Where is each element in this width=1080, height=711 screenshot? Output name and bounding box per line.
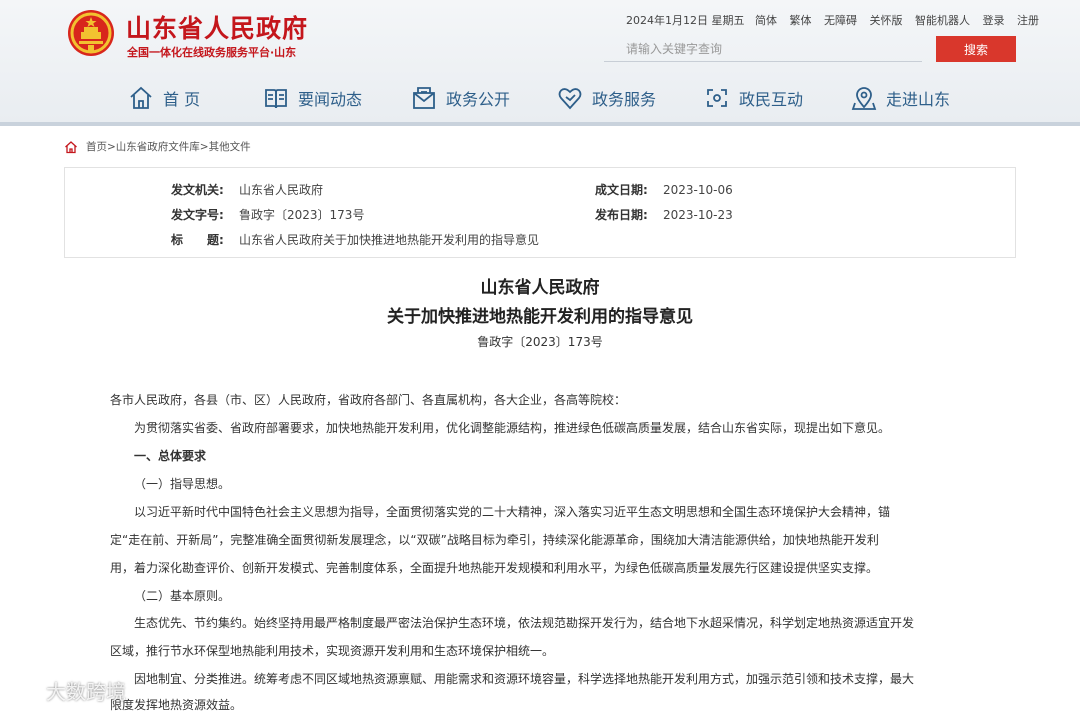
meta-published-label: 发布日期: [595,208,648,222]
breadcrumb-path[interactable]: 首页>山东省政府文件库>其他文件 [86,139,251,154]
paragraph-1-line-3: 用，着力深化勘查评价、创新开发模式、完善制度体系，全面提升地热能开发规模和利用水… [110,561,879,575]
nav-services[interactable]: 政务服务 [557,82,656,114]
paragraph-2-line-2: 区域，推行节水环保型地热能利用技术，实现资源开发利用和生态环境保护相统一。 [110,644,555,658]
nav-shandong-label: 走进山东 [886,90,951,109]
meta-subject-label: 标 题: [171,233,224,247]
meta-subject-value: 山东省人民政府关于加快推进地热能开发利用的指导意见 [239,233,540,247]
home-icon [130,86,152,109]
location-icon [851,87,877,110]
subsection-heading-2: （二）基本原则。 [134,589,231,603]
link-elderly-mode[interactable]: 关怀版 [870,14,903,27]
link-simplified[interactable]: 简体 [755,14,777,27]
paragraph-3-line-1: 因地制宜、分类推进。统筹考虑不同区域地热资源禀赋、用能需求和资源环境容量，科学选… [134,672,915,686]
link-register[interactable]: 注册 [1017,14,1039,27]
link-robot[interactable]: 智能机器人 [915,14,970,27]
paragraph-1-line-2: 定“走在前、开新局”，完整准确全面贯彻新发展理念，以“双碳”战略目标为牵引，持续… [110,533,879,547]
watermark-text: 大数跨境 [46,680,126,704]
meta-issuer-label: 发文机关: [171,183,224,197]
nav-interaction[interactable]: 政民互动 [704,82,803,114]
meta-published: 发布日期: 2023-10-23 [595,206,733,223]
nav-interaction-label: 政民互动 [739,90,804,109]
document-number: 鲁政字〔2023〕173号 [477,335,603,349]
search-button[interactable]: 搜索 [936,36,1016,62]
subsection-heading-1: （一）指导思想。 [134,477,231,491]
breadcrumb: 首页>山东省政府文件库>其他文件 [64,139,251,154]
nav-shandong[interactable]: 走进山东 [851,82,950,114]
watermark-logo-icon [10,680,43,699]
search-input[interactable] [626,40,916,58]
national-emblem-icon [68,10,114,56]
mail-icon [413,87,435,109]
paragraph-3-line-2: 限度发挥地热资源效益。 [110,698,243,711]
paragraph-2-line-1: 生态优先、节约集约。始终坚持用最严格制度最严密法治保护生态环境，依法规范勘探开发… [134,616,915,630]
site-subtitle: 全国一体化在线政务服务平台·山东 [127,46,297,59]
site-title[interactable]: 山东省人民政府 [126,9,308,45]
document-title-line1: 山东省人民政府 [480,278,600,298]
current-date: 2024年1月12日 星期五 [626,14,745,27]
recipients-paragraph: 各市人民政府，各县（市、区）人民政府，省政府各部门、各直属机构，各大企业，各高等… [110,393,627,407]
nav-open-gov[interactable]: 政务公开 [411,82,510,114]
top-links: 2024年1月12日 星期五 简体 繁体 无障碍 关怀版 智能机器人 登录 注册 [626,12,1048,28]
nav-open-gov-label: 政务公开 [446,90,511,109]
nav-services-label: 政务服务 [592,90,657,109]
section-heading-1: 一、总体要求 [134,449,207,463]
interaction-icon [707,89,727,107]
link-login[interactable]: 登录 [983,14,1005,27]
meta-issuer: 发文机关: 山东省人民政府 [171,181,323,198]
meta-issuer-value: 山东省人民政府 [239,183,324,197]
nav-home-label: 首 页 [163,90,201,109]
document-title-line2: 关于加快推进地热能开发利用的指导意见 [387,307,693,327]
paragraph-1-line-1: 以习近平新时代中国特色社会主义思想为指导，全面贯彻落实党的二十大精神，深入落实习… [134,505,891,519]
intro-paragraph: 为贯彻落实省委、省政府部署要求，加快地热能开发利用，优化调整能源结构，推进绿色低… [134,421,891,435]
header-divider [0,122,1080,126]
meta-published-value: 2023-10-23 [663,208,733,222]
meta-doc-no: 发文字号: 鲁政字〔2023〕173号 [171,206,364,223]
search-box [604,36,922,62]
nav-news-label: 要闻动态 [298,90,363,109]
link-accessibility[interactable]: 无障碍 [824,14,857,27]
meta-subject: 标 题: 山东省人民政府关于加快推进地热能开发利用的指导意见 [171,231,539,248]
heart-icon [558,88,582,110]
meta-created-value: 2023-10-06 [663,183,733,197]
document-meta-box: 发文机关: 山东省人民政府 发文字号: 鲁政字〔2023〕173号 标 题: 山东省人… [64,167,1016,258]
watermark: 大数跨境 [8,676,126,705]
meta-doc-no-value: 鲁政字〔2023〕173号 [239,208,365,222]
main-nav: 首 页 要闻动态 政务公开 政务服务 政民互动 走进山东 [0,78,1080,118]
nav-news[interactable]: 要闻动态 [263,82,362,114]
meta-created-label: 成文日期: [595,183,648,197]
meta-created: 成文日期: 2023-10-06 [595,181,733,198]
home-icon [65,140,77,153]
site-header: 山东省人民政府 全国一体化在线政务服务平台·山东 2024年1月12日 星期五 … [0,0,1080,122]
link-traditional[interactable]: 繁体 [790,14,812,27]
book-icon [265,89,287,109]
meta-doc-no-label: 发文字号: [171,208,224,222]
nav-home[interactable]: 首 页 [128,82,200,114]
